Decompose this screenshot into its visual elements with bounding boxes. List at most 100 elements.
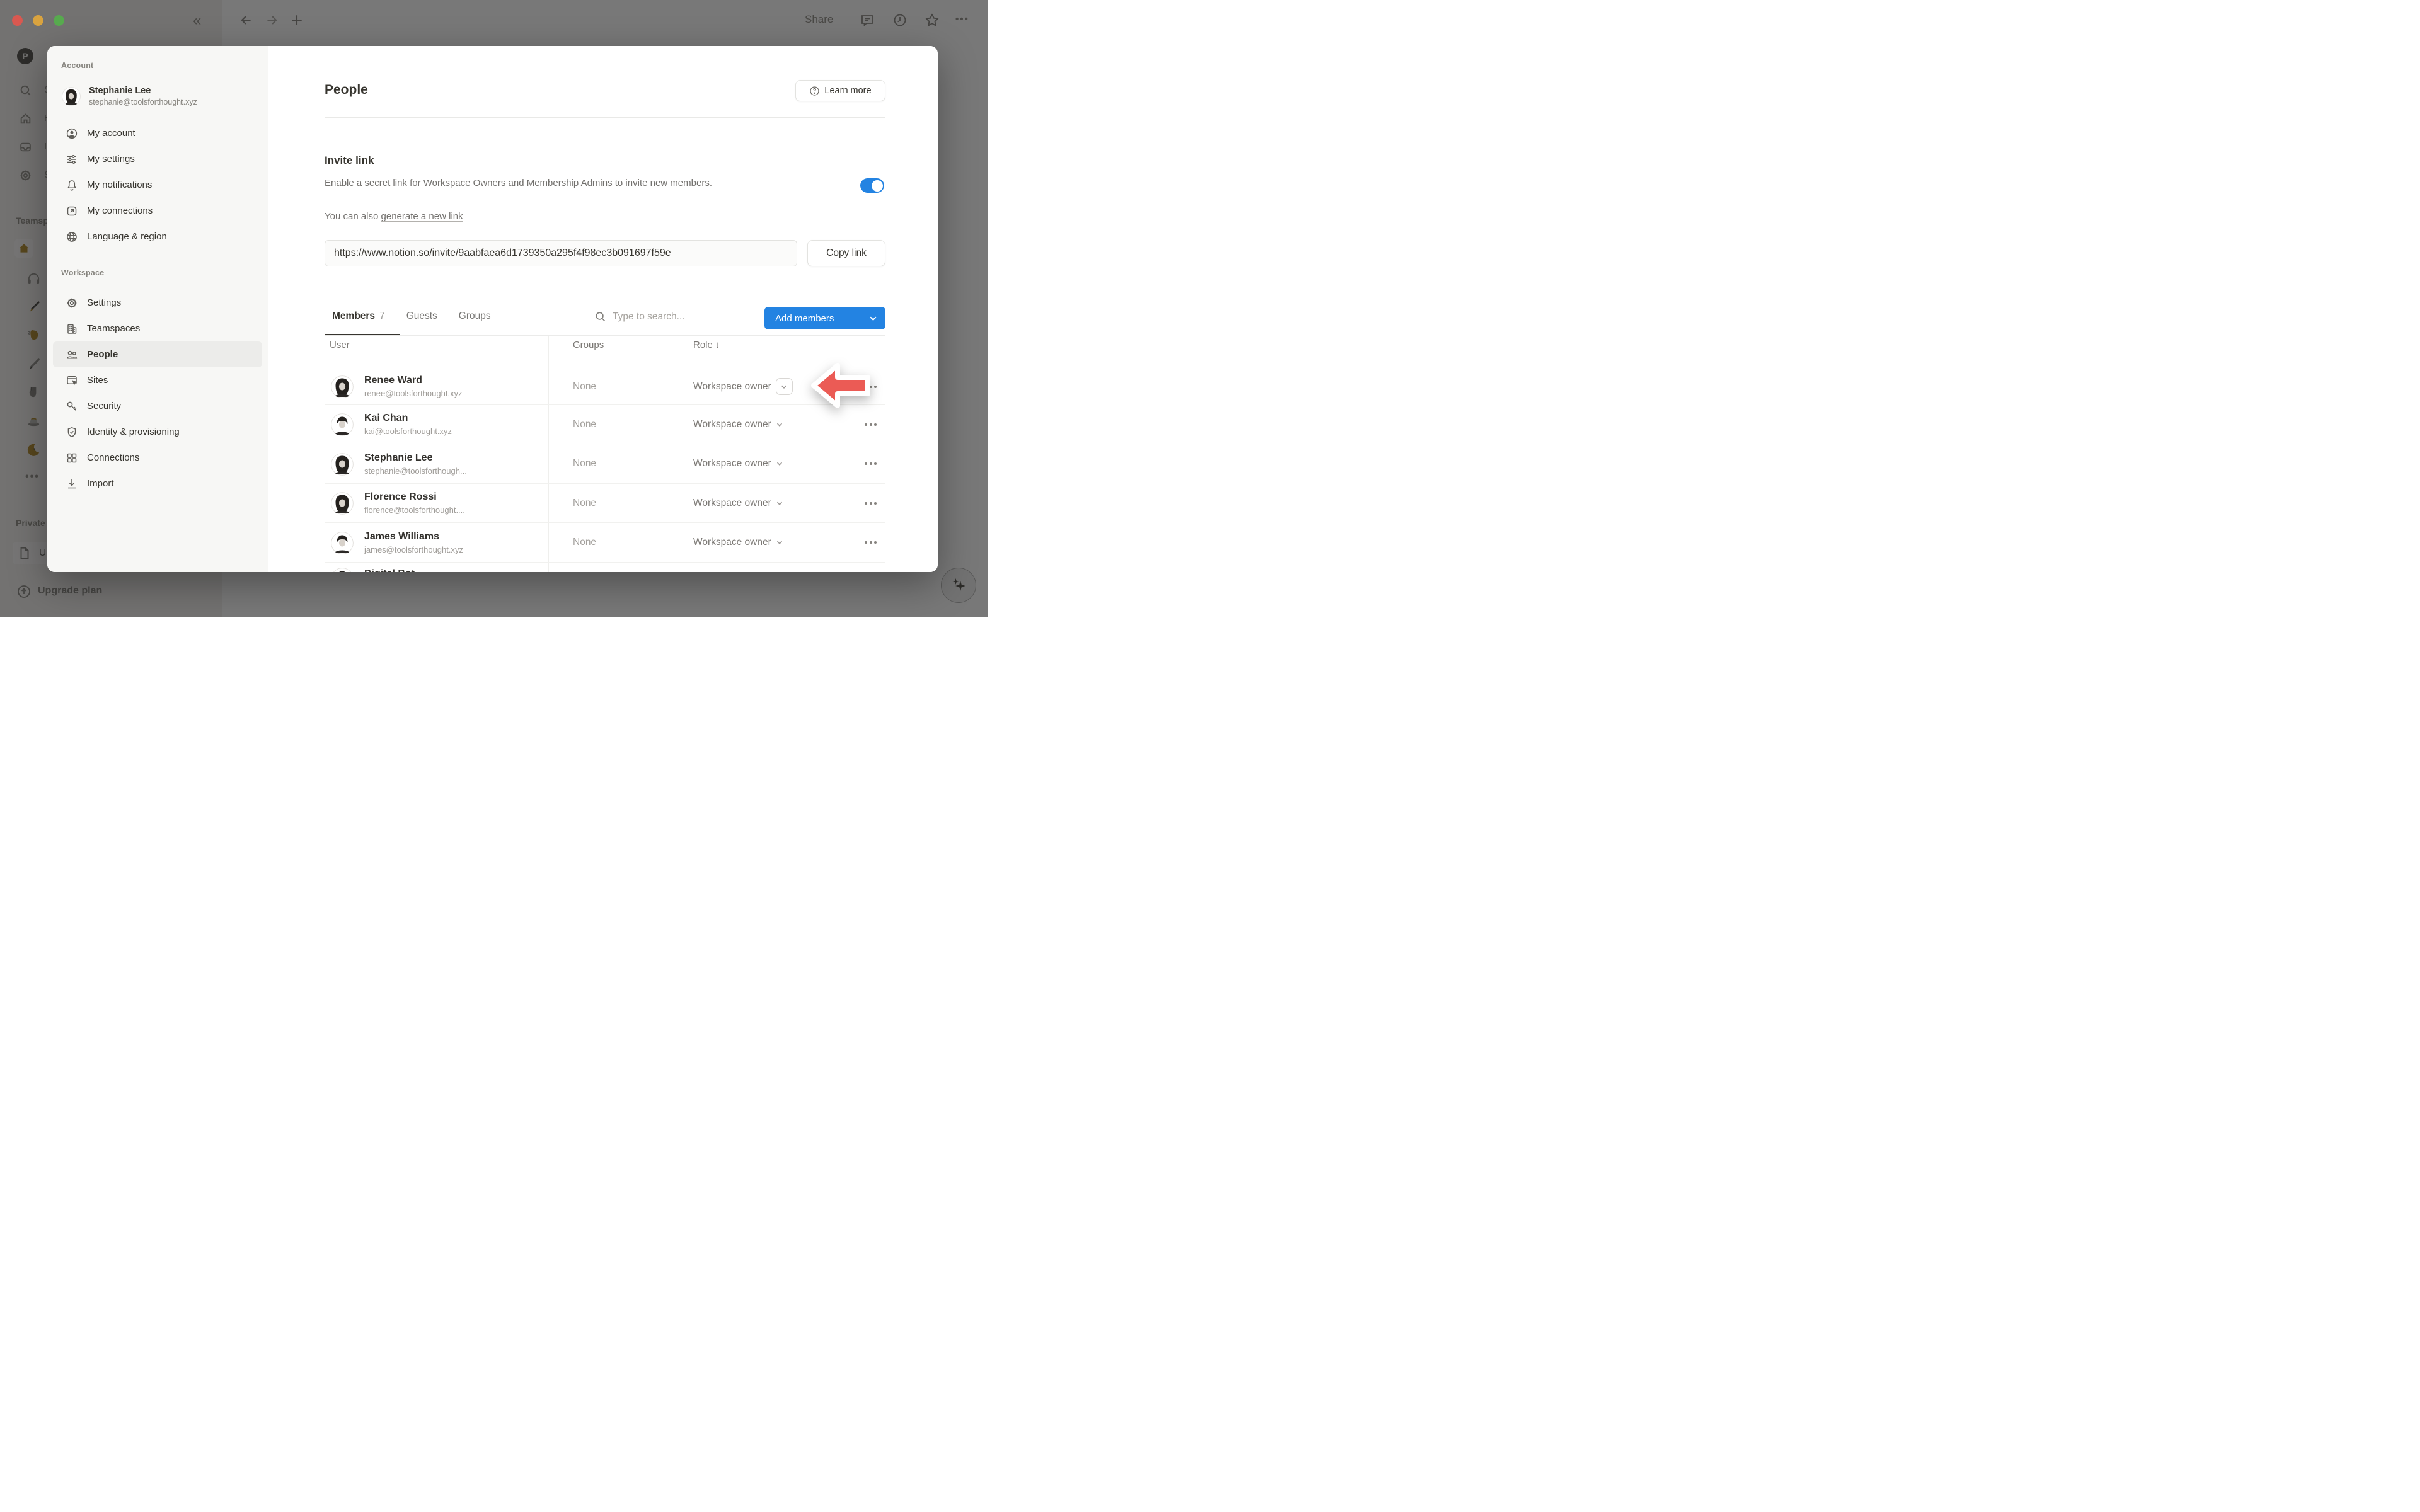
sidebar-item-my-notifications[interactable]: My notifications — [53, 172, 262, 198]
member-search — [594, 311, 732, 323]
chevron-down-icon — [776, 539, 783, 546]
member-email: kai@toolsforthought.xyz — [364, 426, 452, 437]
row-menu-button[interactable] — [865, 444, 877, 483]
chevron-down-icon — [780, 383, 788, 391]
sidebar-item-security[interactable]: Security — [53, 393, 262, 419]
settings-sidebar: Account Stephanie Lee stephanie@toolsfor… — [47, 46, 268, 572]
avatar — [331, 413, 354, 436]
divider — [325, 117, 885, 118]
invite-link-toggle[interactable] — [860, 178, 884, 193]
sidebar-item-identity-provisioning[interactable]: Identity & provisioning — [53, 419, 262, 445]
member-name: Stephanie Lee — [364, 452, 432, 464]
sidebar-item-label: My settings — [87, 154, 135, 164]
sidebar-item-settings[interactable]: Settings — [53, 290, 262, 316]
sliders-icon — [66, 153, 78, 166]
invite-link-url-field[interactable] — [325, 240, 797, 266]
sidebar-item-label: People — [87, 349, 118, 360]
column-header-role[interactable]: Role ↓ — [693, 340, 720, 350]
page-title: People — [325, 83, 368, 98]
member-email: james@toolsforthought.xyz — [364, 544, 463, 555]
globe-icon — [66, 231, 78, 243]
person-circle-icon — [66, 127, 78, 140]
avatar — [62, 87, 81, 106]
column-header-user[interactable]: User — [330, 340, 350, 350]
invite-link-description: Enable a secret link for Workspace Owner… — [325, 176, 759, 190]
member-search-input[interactable] — [613, 311, 732, 323]
member-groups: None — [573, 405, 596, 444]
sidebar-item-people[interactable]: People — [53, 341, 262, 367]
sidebar-item-label: My connections — [87, 205, 153, 216]
table-row: Stephanie Lee stephanie@toolsforthough...… — [325, 444, 885, 484]
sidebar-item-sites[interactable]: Sites — [53, 367, 262, 393]
workspace-section-label: Workspace — [61, 268, 104, 277]
tab-guests[interactable]: Guests — [406, 311, 437, 322]
invite-link-heading: Invite link — [325, 154, 374, 167]
generate-new-link[interactable]: generate a new link — [381, 211, 463, 222]
sidebar-item-label: Sites — [87, 375, 108, 386]
sidebar-item-import[interactable]: Import — [53, 471, 262, 496]
account-user: Stephanie Lee stephanie@toolsforthought.… — [62, 85, 197, 108]
member-role-dropdown[interactable]: Workspace owner — [693, 405, 783, 444]
arrow-out-box-icon — [66, 205, 78, 217]
member-role-dropdown[interactable]: Workspace owner — [693, 369, 793, 404]
members-count-badge: 7 — [379, 311, 385, 321]
role-chevron-button[interactable] — [776, 378, 793, 395]
sidebar-item-teamspaces[interactable]: Teamspaces — [53, 316, 262, 341]
add-members-button[interactable]: Add members — [764, 307, 885, 329]
screen: P Search Home Inbox Settings Teamspaces … — [0, 0, 988, 617]
sidebar-item-my-settings[interactable]: My settings — [53, 146, 262, 172]
row-menu-button[interactable] — [865, 484, 877, 522]
avatar — [331, 453, 354, 476]
tab-members[interactable]: Members7 — [325, 311, 385, 322]
column-header-groups[interactable]: Groups — [573, 340, 604, 350]
search-icon — [594, 311, 606, 323]
sidebar-item-my-account[interactable]: My account — [53, 120, 262, 146]
member-groups: None — [573, 444, 596, 483]
table-row: Kai Chankai@toolsforthought.xyz None Works… — [325, 405, 885, 444]
people-icon — [66, 348, 78, 361]
sidebar-item-my-connections[interactable]: My connections — [53, 198, 262, 224]
member-role-dropdown[interactable]: Workspace owner — [693, 444, 783, 483]
settings-modal: Account Stephanie Lee stephanie@toolsfor… — [47, 46, 938, 572]
member-role-dropdown[interactable]: Workspace owner — [693, 484, 783, 522]
close-window-button[interactable] — [12, 15, 23, 26]
chevron-down-icon — [776, 421, 783, 428]
sidebar-item-label: Identity & provisioning — [87, 427, 180, 437]
generate-link-line: You can also generate a new link — [325, 211, 463, 222]
sidebar-item-label: My notifications — [87, 180, 152, 190]
chevron-down-icon — [776, 460, 783, 467]
member-role-dropdown[interactable]: Workspace owner — [693, 523, 783, 562]
annotation-arrow-left-icon — [810, 360, 873, 411]
table-row: Digital Bot — [325, 563, 885, 572]
table-row: Florence Rossiflorence@toolsforthought..… — [325, 484, 885, 523]
browser-cursor-icon — [66, 374, 78, 387]
sidebar-item-label: My account — [87, 128, 135, 139]
bell-icon — [66, 179, 78, 192]
people-settings-panel: People Learn more Invite link Enable a s… — [268, 46, 938, 572]
gear-icon — [66, 297, 78, 309]
toggle-knob — [872, 180, 883, 192]
copy-link-button[interactable]: Copy link — [807, 240, 885, 266]
shield-check-icon — [66, 426, 78, 438]
download-icon — [66, 478, 78, 490]
zoom-window-button[interactable] — [54, 15, 64, 26]
chevron-down-icon — [776, 500, 783, 507]
avatar — [331, 568, 354, 572]
tab-groups[interactable]: Groups — [459, 311, 491, 322]
member-email: stephanie@toolsforthough... — [364, 466, 467, 476]
minimize-window-button[interactable] — [33, 15, 43, 26]
learn-more-button[interactable]: Learn more — [795, 80, 885, 101]
row-menu-button[interactable] — [865, 523, 877, 562]
sidebar-item-connections[interactable]: Connections — [53, 445, 262, 471]
member-name: James Williams — [364, 530, 439, 543]
sidebar-item-label: Import — [87, 478, 114, 489]
member-name: Kai Chan — [364, 412, 408, 425]
key-icon — [66, 400, 78, 413]
account-user-name: Stephanie Lee — [89, 85, 197, 97]
account-section-label: Account — [61, 61, 93, 70]
member-email: florence@toolsforthought.... — [364, 505, 465, 515]
tabs-divider — [325, 335, 885, 336]
sidebar-item-language-region[interactable]: Language & region — [53, 224, 262, 249]
question-circle-icon — [809, 86, 820, 96]
member-groups: None — [573, 369, 596, 404]
